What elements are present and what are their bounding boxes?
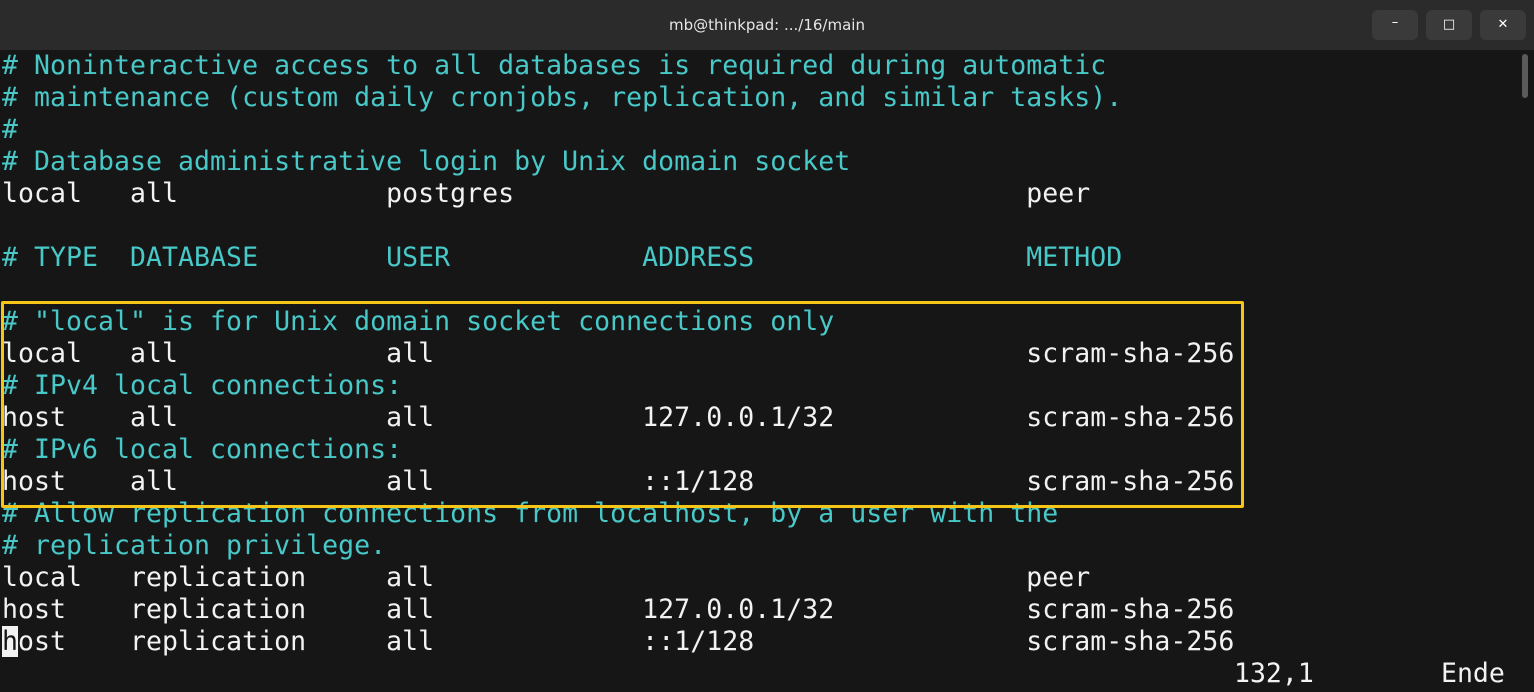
text-cursor: h xyxy=(2,626,19,657)
close-icon: ✕ xyxy=(1497,17,1509,32)
scrollbar-thumb[interactable] xyxy=(1522,54,1528,98)
title-bar[interactable]: mb@thinkpad: .../16/main – □ ✕ xyxy=(0,0,1534,50)
window-title: mb@thinkpad: .../16/main xyxy=(669,16,865,34)
editor-line-config: host all all ::1/128 scram-sha-256 xyxy=(2,466,1235,497)
minimize-button[interactable]: – xyxy=(1372,10,1418,40)
scrollbar[interactable] xyxy=(1520,50,1534,692)
maximize-button[interactable]: □ xyxy=(1426,10,1472,40)
editor-line-comment: # maintenance (custom daily cronjobs, re… xyxy=(2,82,1123,113)
editor-line-config: host replication all 127.0.0.1/32 scram-… xyxy=(2,594,1235,625)
editor-line-cursor: host replication all ::1/128 scram-sha-2… xyxy=(2,626,1234,658)
editor-line-rest: ost replication all ::1/128 scram-sha-25… xyxy=(18,626,1235,657)
editor-line-config: local all postgres peer xyxy=(2,178,1091,209)
terminal-window: mb@thinkpad: .../16/main – □ ✕ # Noninte… xyxy=(0,0,1534,692)
editor-line-comment: # xyxy=(2,114,19,145)
editor-line-config: host all all 127.0.0.1/32 scram-sha-256 xyxy=(2,402,1235,433)
cursor-position: 132,1 xyxy=(1234,658,1314,689)
maximize-icon: □ xyxy=(1442,17,1456,32)
editor-line-config: local all all scram-sha-256 xyxy=(2,338,1235,369)
editor-line-comment: # Database administrative login by Unix … xyxy=(2,146,851,177)
editor-line-header: # TYPE DATABASE USER ADDRESS METHOD xyxy=(2,242,1123,273)
editor-line-comment: # "local" is for Unix domain socket conn… xyxy=(2,306,835,337)
editor-line-comment: # Allow replication connections from loc… xyxy=(2,498,1059,529)
minimize-icon: – xyxy=(1391,15,1399,30)
editor-line-config: local replication all peer xyxy=(2,562,1091,593)
editor-line-comment: # IPv6 local connections: xyxy=(2,434,403,465)
scroll-status: Ende xyxy=(1441,658,1505,689)
editor-line-comment: # replication privilege. xyxy=(2,530,387,561)
terminal-content[interactable]: # Noninteractive access to all databases… xyxy=(0,50,1534,692)
editor-line-comment: # Noninteractive access to all databases… xyxy=(2,50,1107,81)
close-button[interactable]: ✕ xyxy=(1480,10,1526,40)
editor-line-comment: # IPv4 local connections: xyxy=(2,370,403,401)
